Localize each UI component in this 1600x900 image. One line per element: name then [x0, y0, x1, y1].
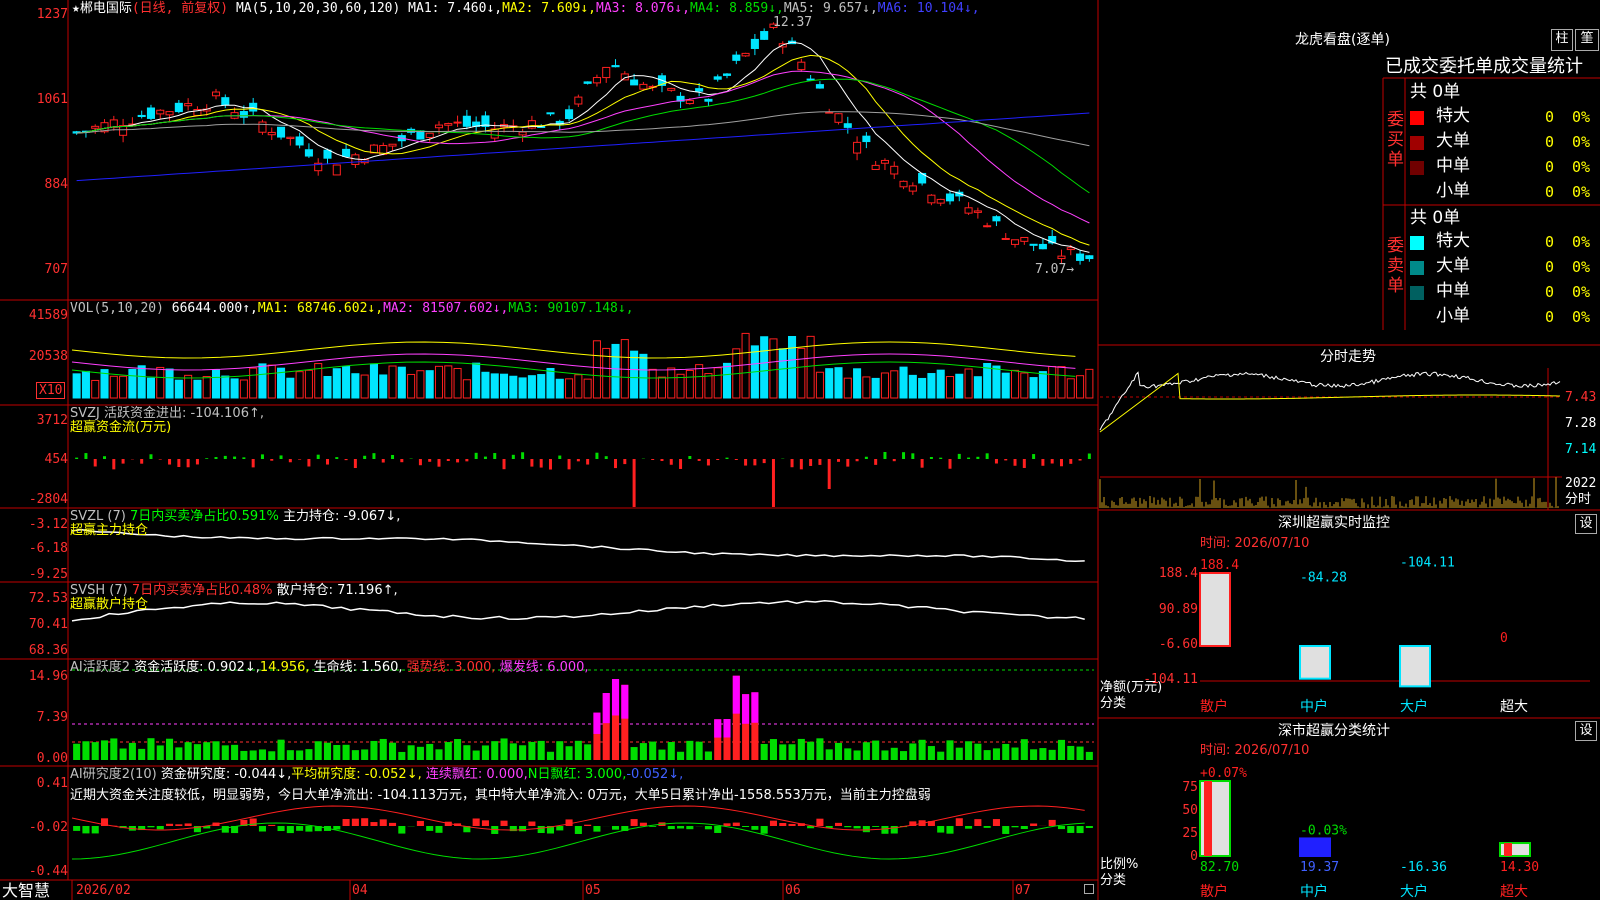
classify-bar-value: -16.36	[1400, 860, 1447, 875]
classify-top-label: +0.07%	[1200, 766, 1247, 781]
classify-chart: +0.07% 82.70 散户 -0.03% 19.37 中户 -16.36 大户 14.30 超…	[1199, 766, 1539, 900]
classify-top-label: -0.03%	[1300, 823, 1347, 838]
classify-bar	[1299, 837, 1331, 857]
classify-category: 大户	[1400, 883, 1428, 900]
classify-category: 超大	[1500, 884, 1528, 900]
classify-bar-accent	[1204, 781, 1212, 856]
classify-category: 中户	[1300, 883, 1328, 900]
classify-bar-value: 14.30	[1500, 860, 1539, 875]
classify-bar-value: 19.37	[1300, 860, 1339, 875]
classify-category: 散户	[1200, 883, 1228, 900]
classify-bar-accent	[1504, 843, 1512, 856]
classify-bar-value: 82.70	[1200, 860, 1239, 875]
